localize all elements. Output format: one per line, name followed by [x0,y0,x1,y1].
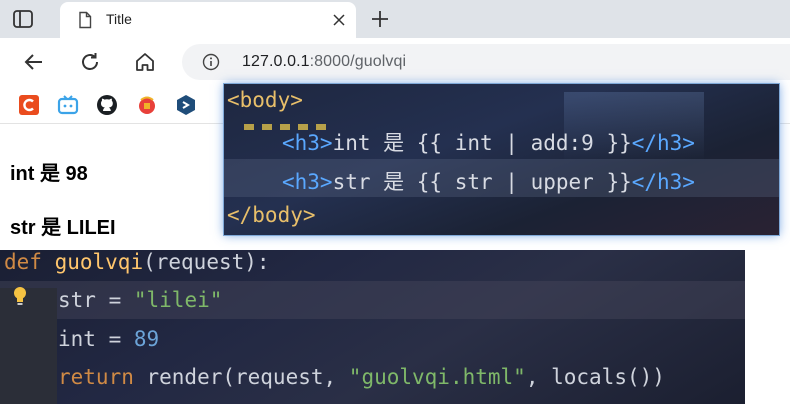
code-line-4: return render(request, "guolvqi.html", l… [58,365,665,389]
bookmark-tv-icon[interactable] [57,94,79,116]
code-line-3: int = 89 [58,327,159,351]
code-line-1: <body> [227,88,303,112]
home-icon[interactable] [133,50,159,76]
code-token: render(request, [133,365,349,389]
url-path: :8000/guolvqi [309,53,407,70]
code-token: <body> [227,88,303,112]
bookmark-emblem-icon[interactable] [136,94,158,116]
python-code-panel: def guolvqi(request): str = "lilei" int … [0,250,745,404]
code-token: int [58,327,96,351]
code-token: "lilei" [133,288,223,312]
bookmark-shield-icon[interactable] [175,94,197,116]
code-token: str 是 {{ str | upper }} [332,170,632,194]
code-token: int 是 {{ int | add:9 }} [332,131,632,155]
reload-icon[interactable] [78,50,104,76]
code-token: = [95,327,134,351]
tab-strip: Title [0,0,790,38]
code-token: , locals()) [525,365,665,389]
back-icon[interactable] [22,50,48,76]
code-line-2: <h3>int 是 {{ int | add:9 }}</h3> [282,127,695,157]
code-token: (request): [143,250,270,274]
tab-active[interactable]: Title [60,2,356,38]
code-token: </body> [227,203,316,227]
toolbar: 127.0.0.1:8000/guolvqi [0,38,790,86]
code-token: <h3> [282,131,333,155]
code-line-2: str = "lilei" [58,288,222,312]
bookmark-github-icon[interactable] [96,94,118,116]
heading-int: int 是 98 [10,163,88,185]
tab-actions-icon[interactable] [12,8,36,30]
code-token: 89 [133,327,160,351]
code-token: guolvqi [54,250,144,274]
code-token: def [4,250,42,274]
tab-title: Title [106,11,132,27]
address-bar[interactable]: 127.0.0.1:8000/guolvqi [182,44,790,80]
info-icon[interactable] [202,53,220,71]
url-text: 127.0.0.1:8000/guolvqi [242,53,406,71]
close-icon[interactable] [330,11,348,29]
html-code-panel: <body> <h3>int 是 {{ int | add:9 }}</h3> … [224,84,779,235]
code-line-1: def guolvqi(request): [4,250,270,274]
bookmark-c-icon[interactable] [18,94,40,116]
code-line-3: <h3>str 是 {{ str | upper }}</h3> [282,166,695,196]
bulb-icon[interactable] [12,286,28,306]
code-token: str [58,288,96,312]
url-host: 127.0.0.1 [242,53,310,70]
page-icon [79,11,92,29]
heading-str: str 是 LILEI [10,217,116,239]
code-line-4: </body> [227,203,316,227]
code-token: </h3> [631,170,695,194]
editor-gutter [0,288,57,404]
code-token: <h3> [282,170,333,194]
plus-icon[interactable] [368,8,392,30]
code-token: </h3> [631,131,695,155]
code-token: "guolvqi.html" [348,365,526,389]
code-token: = [95,288,134,312]
code-token: return [58,365,134,389]
